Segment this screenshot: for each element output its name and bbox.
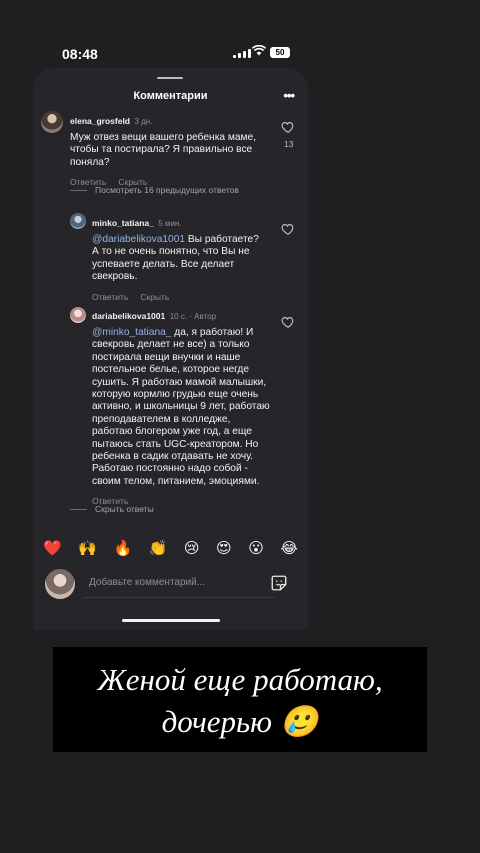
view-previous-replies[interactable]: Посмотреть 16 предыдущих ответов bbox=[70, 185, 239, 195]
emoji-raised-hands[interactable]: 🙌 bbox=[78, 539, 97, 557]
emoji-crying[interactable]: 😢 bbox=[184, 539, 200, 557]
comment-username[interactable]: minko_tatiana_ bbox=[92, 218, 154, 228]
status-bar: 08:48 50 bbox=[0, 0, 480, 68]
avatar[interactable] bbox=[70, 307, 86, 323]
comment-body: да, я работаю! И свекровь делает не все)… bbox=[92, 327, 270, 487]
story-caption: Женой еще работаю, дочерью 🥲 bbox=[53, 647, 427, 752]
comment-item: elena_grosfeld 3 дн. Муж отвез вещи ваше… bbox=[70, 111, 270, 187]
emoji-heart[interactable]: ❤️ bbox=[43, 539, 62, 557]
emoji-fire[interactable]: 🔥 bbox=[113, 539, 132, 557]
emoji-clap[interactable]: 👏 bbox=[149, 539, 168, 557]
comment-time: 3 дн. bbox=[134, 117, 153, 126]
battery-indicator: 50 bbox=[270, 47, 290, 58]
like-count: 13 bbox=[284, 139, 294, 149]
wifi-icon bbox=[252, 45, 266, 56]
caption-line-2: дочерью 🥲 bbox=[161, 704, 319, 739]
sticker-icon[interactable] bbox=[270, 574, 288, 592]
emoji-reaction-row: ❤️ 🙌 🔥 👏 😢 😍 😮 😂 bbox=[43, 539, 298, 557]
emoji-surprised[interactable]: 😮 bbox=[248, 539, 264, 557]
mention-link[interactable]: @dariabelikova1001 bbox=[92, 234, 185, 245]
hide-replies-button[interactable]: Скрыть ответы bbox=[70, 504, 154, 514]
comments-sheet: Комментарии ••• elena_grosfeld 3 дн. Муж… bbox=[33, 68, 308, 630]
heart-icon[interactable] bbox=[281, 315, 295, 329]
input-underline bbox=[83, 597, 275, 598]
comment-text: Муж отвез вещи вашего ребенка маме, чтоб… bbox=[70, 132, 257, 168]
emoji-laughing[interactable]: 😂 bbox=[280, 539, 298, 557]
heart-icon[interactable] bbox=[281, 222, 295, 236]
sheet-grabber[interactable] bbox=[157, 77, 183, 79]
comment-item: minko_tatiana_ 5 мин. @dariabelikova1001… bbox=[92, 213, 267, 302]
comment-username[interactable]: elena_grosfeld bbox=[70, 116, 130, 126]
comment-time: 10 с. · Автор bbox=[169, 312, 217, 321]
comment-time: 5 мин. bbox=[158, 219, 182, 228]
comment-input-bar: Добавьте комментарий... bbox=[45, 568, 297, 602]
mention-link[interactable]: @minko_tatiana_ bbox=[92, 327, 171, 338]
comment-username[interactable]: dariabelikova1001 bbox=[92, 311, 165, 321]
more-icon[interactable]: ••• bbox=[283, 88, 295, 103]
comment-item: dariabelikova1001 10 с. · Автор @minko_t… bbox=[92, 306, 270, 506]
hide-button[interactable]: Скрыть bbox=[140, 292, 169, 302]
divider-line bbox=[70, 189, 87, 191]
sheet-title: Комментарии bbox=[133, 90, 208, 102]
view-previous-label: Посмотреть 16 предыдущих ответов bbox=[95, 185, 239, 195]
signal-icon bbox=[233, 48, 251, 58]
emoji-heart-eyes[interactable]: 😍 bbox=[216, 539, 232, 557]
comment-input[interactable]: Добавьте комментарий... bbox=[83, 571, 263, 595]
status-time: 08:48 bbox=[62, 46, 98, 62]
divider-line bbox=[70, 508, 87, 510]
comment-text: @dariabelikova1001 Вы работаете? А то не… bbox=[92, 234, 267, 284]
caption-line-1: Женой еще работаю, bbox=[97, 662, 383, 697]
heart-icon[interactable] bbox=[281, 120, 295, 134]
hide-replies-label: Скрыть ответы bbox=[95, 504, 154, 514]
avatar[interactable] bbox=[70, 213, 86, 229]
comment-text: @minko_tatiana_ да, я работаю! И свекров… bbox=[92, 327, 270, 488]
reply-button[interactable]: Ответить bbox=[92, 292, 128, 302]
home-indicator bbox=[122, 619, 220, 622]
my-avatar bbox=[45, 569, 75, 599]
avatar[interactable] bbox=[41, 111, 63, 133]
